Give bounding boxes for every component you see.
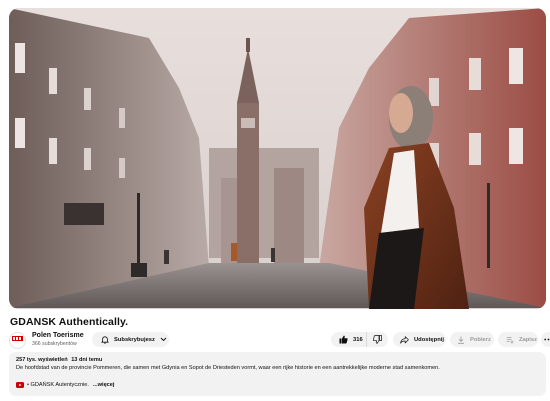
video-player[interactable] <box>9 8 546 309</box>
video-title: GDANSK Authentically. <box>10 316 129 328</box>
subscribe-button[interactable]: Subskrybujesz <box>92 332 169 347</box>
share-button[interactable]: Udostępnij <box>393 332 446 347</box>
download-icon <box>457 336 465 344</box>
chapter-link[interactable]: • GDAŃSK Autentycznie. <box>16 382 89 388</box>
save-playlist-icon <box>506 336 514 344</box>
upload-date: 13 dni temu <box>71 357 103 363</box>
view-count: 257 tys. wyświetleń <box>16 357 68 363</box>
share-icon <box>400 335 409 344</box>
video-meta: 257 tys. wyświetleń 13 dni temu <box>16 357 539 363</box>
video-frame <box>9 8 546 309</box>
description-box[interactable]: 257 tys. wyświetleń 13 dni temu De hoofd… <box>9 352 546 396</box>
channel-action-row: Polen Toerisme 366 subskrybentów Subskry… <box>9 330 550 349</box>
thumbs-up-icon <box>339 335 348 344</box>
like-count: 316 <box>353 336 363 343</box>
subscriber-count: 366 subskrybentów <box>32 341 77 347</box>
save-button[interactable]: Zapisz <box>498 332 538 347</box>
polen-logo-icon <box>11 333 24 348</box>
description-text: De hoofdstad van de provincie Pommeren, … <box>16 365 440 371</box>
thumbs-down-icon <box>373 335 382 344</box>
download-label: Pobierz <box>470 336 491 343</box>
chapter-label: • GDAŃSK Autentycznie. <box>27 382 89 388</box>
youtube-logo-icon <box>16 382 24 388</box>
dislike-button[interactable] <box>367 332 388 347</box>
bell-icon <box>101 335 109 344</box>
channel-avatar[interactable] <box>9 332 26 349</box>
more-horizontal-icon <box>544 338 550 341</box>
show-more-link[interactable]: ...więcej <box>93 382 114 388</box>
chevron-down-icon <box>160 337 167 342</box>
save-label: Zapisz <box>519 336 538 343</box>
subscribe-label: Subskrybujesz <box>114 336 155 343</box>
like-dislike-group: 316 <box>331 332 388 347</box>
download-button[interactable]: Pobierz <box>450 332 494 347</box>
like-button[interactable]: 316 <box>331 332 367 347</box>
channel-name[interactable]: Polen Toerisme <box>32 332 84 339</box>
more-actions-button[interactable] <box>541 332 550 347</box>
share-label: Udostępnij <box>414 336 444 343</box>
